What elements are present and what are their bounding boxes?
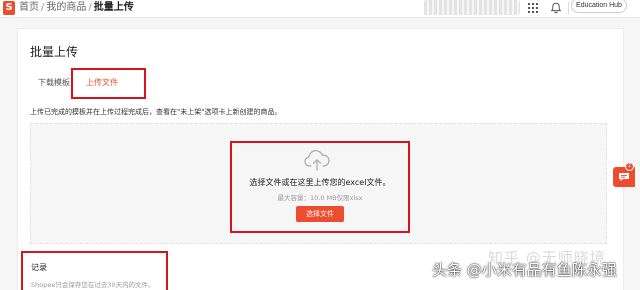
page-title: 批量上传 (30, 45, 79, 59)
breadcrumb: 首页 / 我的商品 / 批量上传 (19, 1, 134, 15)
select-file-button[interactable]: 选择文件 (296, 206, 344, 222)
upload-dropzone[interactable]: 选择文件或在这里上传您的excel文件。 最大容量：10.0 MB仅限xlsx … (30, 123, 607, 244)
breadcrumb-separator: / (88, 2, 92, 13)
breadcrumb-home[interactable]: 首页 (19, 2, 39, 13)
chat-icon (619, 173, 629, 181)
breadcrumb-separator: / (41, 2, 45, 13)
annotation-box-upload: 选择文件或在这里上传您的excel文件。 最大容量：10.0 MB仅限xlsx … (230, 141, 410, 233)
breadcrumb-current: 批量上传 (93, 2, 134, 13)
breadcrumb-my-products[interactable]: 我的商品 (46, 2, 86, 13)
chat-unread-badge: 2 (625, 162, 634, 171)
records-title: 记录 (31, 263, 47, 272)
active-tab-indicator (80, 97, 132, 99)
divider (568, 2, 569, 14)
education-hub-button[interactable]: Education Hub (571, 0, 627, 13)
redacted-shop-name (424, 0, 520, 15)
tab-bar: 下载模板 上传文件 (18, 73, 623, 99)
top-bar: S 首页 / 我的商品 / 批量上传 Education Hub (0, 0, 640, 18)
records-retention-note: Shopee只会保存您在过去30天内的文件。 (31, 281, 155, 289)
annotation-box-records: 记录 Shopee只会保存您在过去30天内的文件。 (21, 251, 168, 290)
grid-icon[interactable] (527, 2, 539, 14)
bell-icon[interactable] (550, 2, 562, 14)
tab-download-template[interactable]: 下载模板 (38, 77, 70, 88)
upload-instructions: 上传已完成的模板并在上传过程完成后，查看在"未上架"选项卡上新创建的商品。 (30, 108, 282, 116)
upload-title: 选择文件或在这里上传您的excel文件。 (249, 178, 391, 187)
upload-size-hint: 最大容量：10.0 MB仅限xlsx (277, 194, 363, 202)
toutiao-watermark: 头条 @小米有品有鱼陈永强 (432, 261, 617, 279)
cloud-upload-icon (304, 150, 330, 171)
tab-upload-file[interactable]: 上传文件 (86, 77, 118, 88)
shopee-logo[interactable]: S (3, 1, 15, 15)
